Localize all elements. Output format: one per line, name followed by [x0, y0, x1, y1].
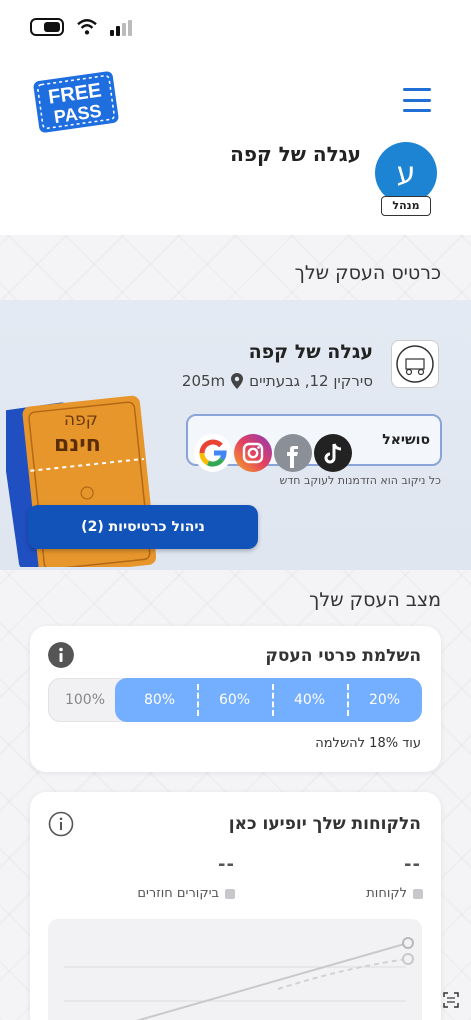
completion-progress-bar: 20% 40% 60% 80% 100%: [48, 678, 422, 722]
customers-card-title: הלקוחות שלך יופיעו כאן: [228, 814, 421, 834]
role-badge: מנהל: [381, 196, 431, 216]
address-text: סירקין 12, גבעתיים: [249, 372, 373, 390]
legend-customers-swatch: [413, 888, 423, 899]
legend-returning: ביקורים חוזרים: [137, 886, 235, 901]
battery-icon: [30, 18, 64, 36]
completion-card-title: השלמת פרטי העסק: [265, 646, 421, 666]
business-card-section-title: כרטיס העסק שלך: [294, 262, 441, 284]
instagram-icon[interactable]: [234, 434, 272, 472]
social-label: סושיאל: [382, 432, 430, 448]
customers-value: --: [404, 854, 421, 875]
completion-card: השלמת פרטי העסק 20% 40% 60% 80% 100% עוד…: [30, 626, 441, 772]
location-pin-icon: [231, 373, 244, 389]
progress-segment-20: 20%: [368, 692, 401, 708]
progress-divider: [347, 684, 349, 716]
header-business-name: עגלה של קפה: [230, 142, 361, 166]
info-outline-icon[interactable]: [48, 811, 74, 837]
card-business-name: עגלה של קפה: [248, 341, 373, 363]
legend-returning-label: ביקורים חוזרים: [137, 886, 219, 901]
returning-value: --: [218, 854, 235, 875]
ticket-text-line1: קפה: [64, 410, 98, 430]
freepass-logo[interactable]: FREE PASS: [30, 70, 122, 134]
google-icon[interactable]: [194, 434, 232, 472]
menu-button[interactable]: [403, 88, 431, 112]
info-icon[interactable]: [48, 642, 74, 668]
social-box[interactable]: סושיאל: [186, 414, 442, 472]
progress-divider: [272, 684, 274, 716]
wifi-icon: [77, 19, 97, 35]
customers-card: הלקוחות שלך יופיעו כאן -- -- לקוחות ביקו…: [30, 792, 441, 1020]
remaining-text: עוד 18% להשלמה: [315, 736, 421, 751]
scan-icon[interactable]: [443, 992, 459, 1008]
progress-segment-40: 40%: [293, 692, 326, 708]
progress-segment-80: 80%: [143, 692, 176, 708]
social-tagline: כל ניקוב הוא הזדמנות לעוקב חדש: [279, 474, 442, 487]
progress-segment-60: 60%: [218, 692, 251, 708]
business-status-section-title: מצב העסק שלך: [309, 589, 441, 611]
distance-text: 205m: [181, 372, 226, 390]
manage-cards-button[interactable]: ניהול כרטיסיות (2): [28, 505, 258, 549]
ticket-text-line2: חינם: [54, 432, 101, 457]
avatar[interactable]: ע: [375, 142, 437, 204]
customers-chart-placeholder: [48, 919, 422, 1020]
legend-customers-label: לקוחות: [366, 886, 407, 901]
signal-icon: [110, 18, 132, 36]
tiktok-icon[interactable]: [314, 434, 352, 472]
facebook-icon[interactable]: [274, 434, 312, 472]
progress-divider: [197, 684, 199, 716]
progress-segment-100: 100%: [64, 692, 106, 708]
status-bar: [30, 18, 132, 36]
legend-returning-swatch: [225, 888, 235, 899]
app-header: FREE PASS עגלה של קפה ע מנהל: [0, 0, 471, 235]
business-logo: [391, 340, 439, 388]
card-address: סירקין 12, גבעתיים 205m: [182, 372, 373, 390]
legend-customers: לקוחות: [366, 886, 423, 901]
